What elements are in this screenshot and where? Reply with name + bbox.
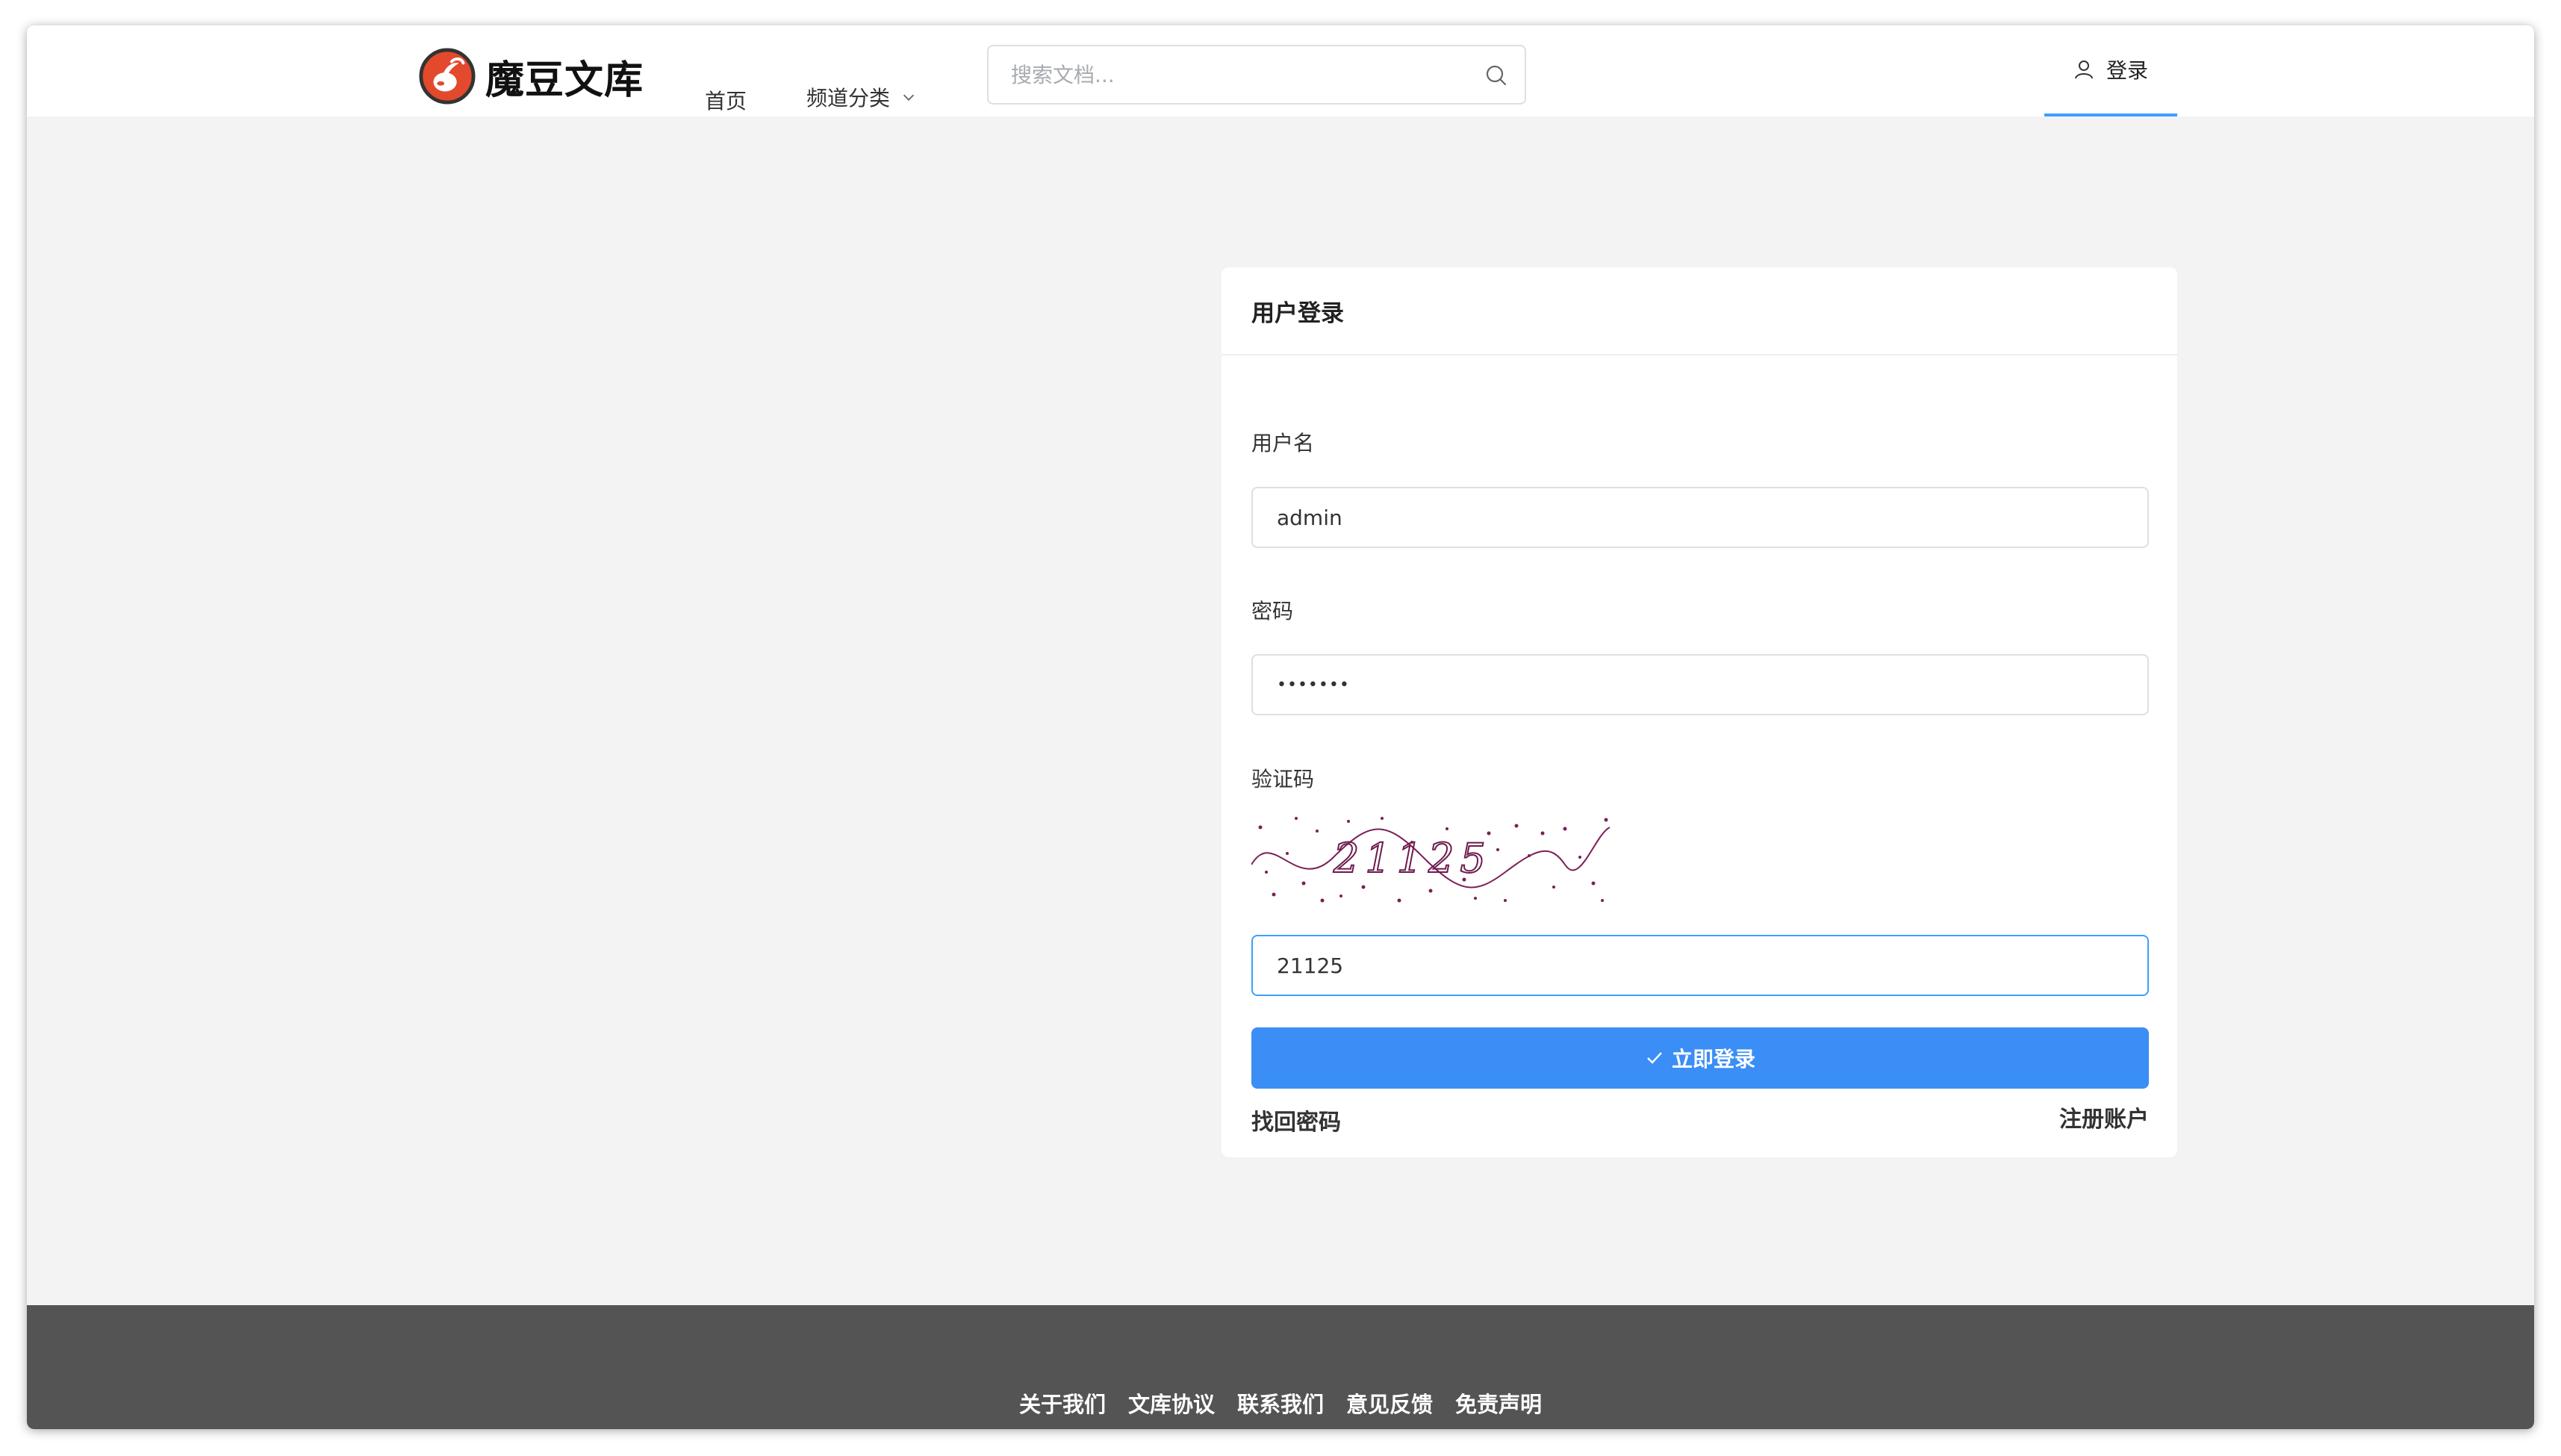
username-field-wrapper	[1251, 487, 2149, 548]
logo-text: 魔豆文库	[485, 57, 644, 103]
forgot-password-link[interactable]: 找回密码	[1251, 1104, 1341, 1136]
nav-channel-label: 频道分类	[806, 86, 891, 111]
password-label: 密码	[1251, 599, 1294, 623]
register-link[interactable]: 注册账户	[2059, 1101, 2149, 1133]
nav-home[interactable]: 首页	[705, 85, 747, 115]
username-input[interactable]	[1253, 488, 2147, 547]
login-submit-label: 立即登录	[1671, 1047, 1755, 1071]
nav-channel-dropdown[interactable]: 频道分类	[806, 82, 917, 112]
search-input[interactable]	[1011, 46, 1474, 103]
footer-link-feedback[interactable]: 意见反馈	[1346, 1387, 1433, 1419]
check-icon	[1647, 1052, 1662, 1064]
password-input[interactable]	[1253, 656, 2147, 714]
top-navbar: 魔豆文库 首页 频道分类 登录	[27, 25, 2534, 116]
captcha-label: 验证码	[1251, 767, 1315, 791]
header-login-label: 登录	[2106, 58, 2148, 83]
login-submit-button[interactable]: 立即登录	[1251, 1027, 2149, 1089]
search-box	[987, 45, 1526, 105]
header-login-link[interactable]: 登录	[2044, 25, 2177, 116]
site-logo[interactable]: 魔豆文库	[418, 46, 644, 106]
search-icon[interactable]	[1484, 63, 1508, 87]
footer-links: 关于我们 文库协议 联系我们 意见反馈 免责声明	[27, 1387, 2534, 1419]
login-title: 用户登录	[1251, 299, 1344, 327]
chevron-down-icon	[903, 94, 915, 101]
login-card: 用户登录 用户名 密码 验证码 21125	[1222, 267, 2177, 1157]
footer-link-agreement[interactable]: 文库协议	[1128, 1387, 1215, 1419]
footer: 关于我们 文库协议 联系我们 意见反馈 免责声明	[27, 1305, 2534, 1429]
password-field-wrapper	[1251, 654, 2149, 715]
captcha-input[interactable]	[1253, 936, 2147, 995]
login-card-header: 用户登录	[1222, 267, 2177, 355]
logo-icon	[419, 48, 476, 105]
footer-link-about[interactable]: 关于我们	[1019, 1387, 1106, 1419]
footer-link-disclaimer[interactable]: 免责声明	[1455, 1387, 1542, 1419]
browser-window: 魔豆文库 首页 频道分类 登录 用户登录 用户	[27, 25, 2534, 1429]
footer-link-contact[interactable]: 联系我们	[1237, 1387, 1324, 1419]
captcha-image[interactable]: 21125	[1251, 812, 1610, 906]
user-icon	[2074, 60, 2093, 79]
captcha-field-wrapper	[1251, 935, 2149, 996]
username-label: 用户名	[1251, 431, 1315, 455]
